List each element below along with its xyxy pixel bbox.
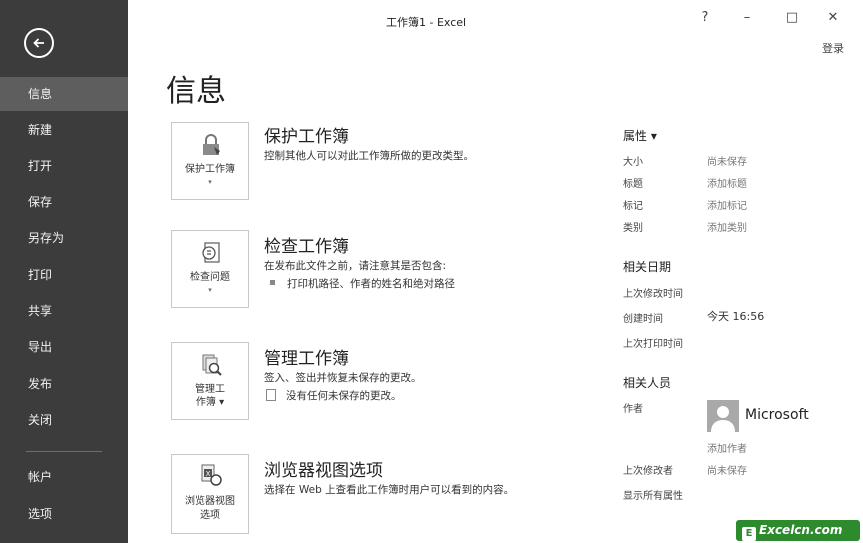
nav-share[interactable]: 共享 [0,294,128,328]
inspect-document-icon [202,242,220,263]
document-icon [266,389,276,401]
svg-text:X: X [206,470,211,478]
nav-export[interactable]: 导出 [0,330,128,364]
nav-info[interactable]: 信息 [0,77,128,111]
button-label: 保护工作簿 [185,164,235,175]
last-printed-label: 上次打印时间 [623,339,683,350]
window-title: 工作簿1 - Excel [386,16,467,29]
nav-print[interactable]: 打印 [0,258,128,292]
prop-title-label: 标题 [623,179,643,190]
excel-browser-icon: X [201,464,222,486]
related-dates-heading: 相关日期 [623,260,672,274]
nav-account[interactable]: 帐户 [0,460,128,494]
button-label: 管理工 [195,384,225,395]
prop-size-value: 尚未保存 [707,157,747,168]
bullet-icon [270,280,275,285]
bullet-item: 打印机路径、作者的姓名和绝对路径 [270,276,455,291]
chevron-down-icon: ▾ [208,178,212,186]
section-desc: 在发布此文件之前，请注意其是否包含: [264,260,447,272]
nav-publish[interactable]: 发布 [0,367,128,401]
add-author-link[interactable]: 添加作者 [707,440,747,455]
close-button[interactable]: ✕ [823,10,843,25]
button-label-2: 选项 [200,510,220,521]
nav-options[interactable]: 选项 [0,497,128,531]
prop-category-value[interactable]: 添加类别 [707,219,747,234]
created-label: 创建时间 [623,314,663,325]
check-issues-button[interactable]: 检查问题 ▾ [171,230,249,308]
nav-divider [26,451,102,452]
manage-workbook-button[interactable]: 管理工 作簿 ▾ [171,342,249,420]
maximize-button[interactable]: □ [782,10,802,25]
lock-icon [203,134,220,155]
button-label-2: 作簿 ▾ [195,397,225,408]
site-watermark: E Excelcn.com [736,520,860,541]
help-button[interactable]: ? [695,10,715,25]
last-modified-by-value: 尚未保存 [707,466,747,477]
show-all-properties-link[interactable]: 显示所有属性 [623,487,683,502]
author-label: 作者 [623,404,643,415]
button-label: 检查问题 [190,272,230,283]
last-modified-label: 上次修改时间 [623,289,683,300]
created-value: 今天 16:56 [707,310,765,323]
login-link[interactable]: 登录 [822,40,844,56]
section-title: 管理工作簿 [264,349,349,369]
backstage-sidebar: 信息 新建 打开 保存 另存为 打印 共享 导出 发布 关闭 帐户 选项 [0,0,128,543]
section-title: 浏览器视图选项 [264,461,383,481]
section-title: 检查工作簿 [264,237,349,257]
manage-versions-icon [202,354,222,376]
person-icon [711,406,735,432]
avatar [707,400,739,432]
back-button[interactable] [24,28,54,58]
last-modified-by-label: 上次修改者 [623,466,673,477]
nav-new[interactable]: 新建 [0,113,128,147]
section-desc: 签入、签出并恢复未保存的更改。 [264,372,422,384]
section-desc: 控制其他人可以对此工作簿所做的更改类型。 [264,150,474,162]
nav-close[interactable]: 关闭 [0,403,128,437]
button-label: 浏览器视图 [185,496,235,507]
nav-save-as[interactable]: 另存为 [0,221,128,255]
bullet-item: 没有任何未保存的更改。 [266,388,402,403]
browser-view-options-button[interactable]: X 浏览器视图 选项 [171,454,249,534]
section-title: 保护工作簿 [264,127,349,147]
properties-dropdown[interactable]: 属性 ▾ [623,127,657,144]
related-people-heading: 相关人员 [623,376,672,390]
chevron-down-icon: ▾ [208,286,212,294]
prop-category-label: 类别 [623,223,643,234]
watermark-logo-icon: E [742,527,756,541]
prop-tags-label: 标记 [623,201,643,212]
page-title: 信息 [166,74,226,109]
minimize-button[interactable]: – [737,10,757,25]
prop-title-value[interactable]: 添加标题 [707,175,747,190]
protect-workbook-button[interactable]: 保护工作簿 ▾ [171,122,249,200]
prop-size-label: 大小 [623,157,643,168]
prop-tags-value[interactable]: 添加标记 [707,197,747,212]
author-name: Microsoft [745,407,809,423]
arrow-left-icon [33,38,44,48]
nav-save[interactable]: 保存 [0,185,128,219]
section-desc: 选择在 Web 上查看此工作簿时用户可以看到的内容。 [264,484,515,496]
nav-open[interactable]: 打开 [0,149,128,183]
